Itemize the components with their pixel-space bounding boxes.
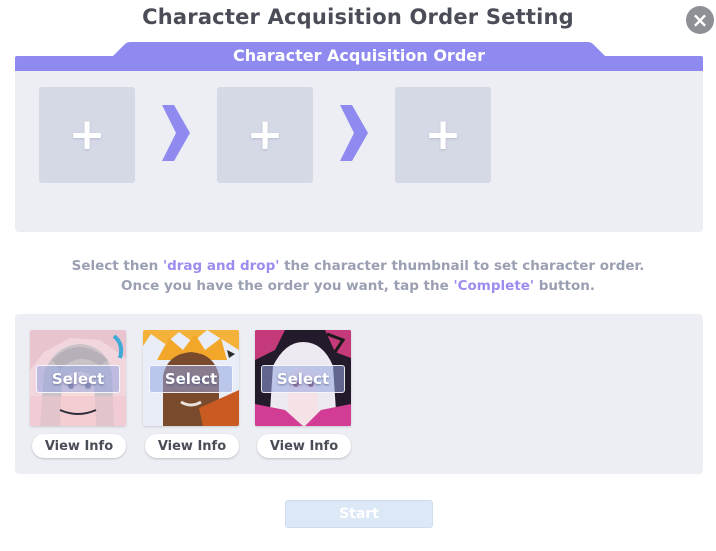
chevron-right-icon bbox=[162, 105, 190, 161]
dialog-title: Character Acquisition Order Setting bbox=[142, 5, 574, 29]
order-slot-3[interactable]: + bbox=[395, 87, 491, 183]
close-button[interactable]: × bbox=[686, 6, 714, 34]
start-button[interactable]: Start bbox=[285, 500, 433, 528]
select-button[interactable]: Select bbox=[261, 365, 345, 393]
instructions-text: button. bbox=[534, 278, 595, 294]
character-thumbnail[interactable]: Select bbox=[255, 330, 351, 426]
instructions-text: the character thumbnail to set character… bbox=[279, 258, 645, 274]
chevron-right-icon bbox=[340, 105, 368, 161]
instructions-highlight: 'Complete' bbox=[453, 278, 535, 294]
view-info-button[interactable]: View Info bbox=[145, 434, 239, 458]
order-header-tab: Character Acquisition Order bbox=[15, 42, 703, 72]
instructions-text: Select then bbox=[71, 258, 163, 274]
order-header-label: Character Acquisition Order bbox=[232, 46, 486, 65]
order-slot-1[interactable]: + bbox=[39, 87, 135, 183]
close-icon: × bbox=[691, 8, 709, 32]
view-info-button[interactable]: View Info bbox=[257, 434, 351, 458]
instructions-line-2: Once you have the order you want, tap th… bbox=[0, 276, 716, 296]
instructions-line-1: Select then 'drag and drop' the characte… bbox=[0, 256, 716, 276]
character-thumbnail[interactable]: Select bbox=[143, 330, 239, 426]
acquisition-order-panel: + + + bbox=[15, 71, 703, 232]
instructions: Select then 'drag and drop' the characte… bbox=[0, 256, 716, 296]
character-card: Select View Info bbox=[30, 330, 128, 458]
select-button[interactable]: Select bbox=[36, 365, 120, 393]
plus-icon: + bbox=[424, 109, 462, 160]
plus-icon: + bbox=[68, 109, 106, 160]
select-button[interactable]: Select bbox=[149, 365, 233, 393]
character-thumbnail[interactable]: Select bbox=[30, 330, 126, 426]
character-list-panel: Select View Info Select View Info Select… bbox=[15, 314, 703, 474]
plus-icon: + bbox=[246, 109, 284, 160]
view-info-button[interactable]: View Info bbox=[32, 434, 126, 458]
instructions-highlight: 'drag and drop' bbox=[162, 258, 280, 274]
character-card: Select View Info bbox=[255, 330, 353, 458]
instructions-text: Once you have the order you want, tap th… bbox=[121, 278, 454, 294]
order-slot-2[interactable]: + bbox=[217, 87, 313, 183]
character-card: Select View Info bbox=[143, 330, 241, 458]
